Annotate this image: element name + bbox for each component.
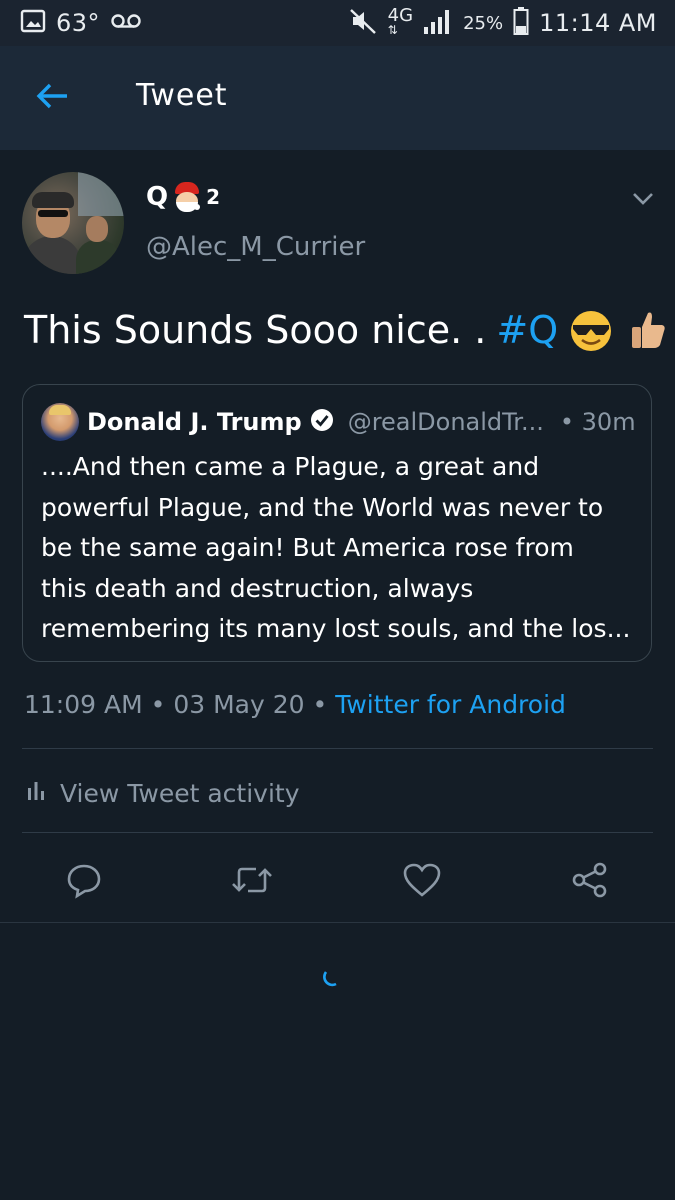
quoted-line: powerful Plague, and the World was never…	[41, 492, 604, 522]
view-tweet-activity[interactable]: View Tweet activity	[26, 778, 300, 808]
tweet-body: This Sounds Sooo nice. .	[24, 308, 487, 352]
quoted-time-value: 30m	[581, 408, 636, 436]
status-bar: 63° 4G ⇅ 25% 11:14 AM	[0, 0, 675, 46]
quoted-line: remembering its many lost souls, and the…	[41, 614, 631, 643]
battery-percent: 25%	[463, 12, 504, 34]
share-button[interactable]	[568, 860, 612, 904]
thumbs-up-emoji-icon	[624, 307, 670, 353]
quoted-tweet-time: • 30m	[559, 408, 636, 436]
data-arrows-icon: ⇅	[387, 23, 398, 37]
view-tweet-activity-label: View Tweet activity	[60, 778, 300, 808]
voicemail-icon	[110, 11, 142, 35]
quoted-author-name: Donald J. Trump	[87, 408, 302, 436]
gallery-icon	[20, 8, 46, 38]
share-icon	[571, 861, 609, 903]
author-name-prefix: Q	[146, 182, 169, 212]
mute-icon	[348, 6, 378, 40]
reply-button[interactable]	[62, 860, 106, 904]
retweet-button[interactable]	[230, 860, 274, 904]
divider	[22, 832, 653, 833]
battery-icon	[513, 6, 529, 40]
quoted-line: ....And then came a Plague, a great and	[41, 452, 540, 481]
like-icon	[402, 862, 442, 902]
quoted-author-avatar	[41, 403, 79, 441]
loading-spinner-icon	[318, 962, 346, 990]
divider	[0, 922, 675, 923]
clock: 11:14 AM	[539, 9, 657, 37]
quoted-line: this death and destruction, always	[41, 573, 474, 603]
tweet-source-link[interactable]: Twitter for Android	[335, 690, 566, 719]
divider	[22, 748, 653, 749]
app-bar: Tweet	[0, 46, 675, 150]
quoted-tweet-text: ....And then came a Plague, a great and …	[41, 447, 641, 650]
tweet-text: This Sounds Sooo nice. . #Q	[24, 304, 670, 356]
back-button[interactable]	[22, 74, 82, 122]
author-avatar[interactable]	[22, 172, 124, 274]
activity-bars-icon	[26, 778, 46, 808]
author-name-suffix: 2	[206, 185, 221, 209]
retweet-icon	[230, 862, 274, 902]
verified-badge-icon	[310, 408, 334, 436]
author-display-name[interactable]: Q 2	[146, 182, 220, 212]
network-type: 4G	[387, 5, 414, 26]
quoted-tweet-card[interactable]: Donald J. Trump @realDonaldTr... • 30m .…	[22, 384, 652, 662]
tweet-timestamp: 11:09 AM	[24, 690, 143, 719]
tweet-action-bar	[0, 852, 675, 912]
author-handle[interactable]: @Alec_M_Currier	[146, 232, 365, 262]
page-title: Tweet	[136, 78, 228, 113]
quoted-author-handle: @realDonaldTr...	[347, 408, 544, 436]
reply-icon	[65, 861, 103, 903]
chevron-down-icon	[632, 191, 654, 210]
tweet-meta: 11:09 AM • 03 May 20 • Twitter for Andro…	[24, 690, 566, 719]
tweet-date: 03 May 20	[173, 690, 305, 719]
santa-emoji-icon	[172, 182, 202, 212]
hashtag-link[interactable]: #Q	[496, 304, 558, 356]
like-button[interactable]	[400, 860, 444, 904]
temperature: 63°	[56, 9, 101, 37]
quoted-line: be the same again! But America rose from	[41, 533, 574, 562]
back-arrow-icon	[35, 82, 69, 114]
sunglasses-emoji-icon	[568, 307, 614, 353]
signal-icon	[423, 7, 453, 39]
tweet-options-button[interactable]	[626, 186, 660, 214]
